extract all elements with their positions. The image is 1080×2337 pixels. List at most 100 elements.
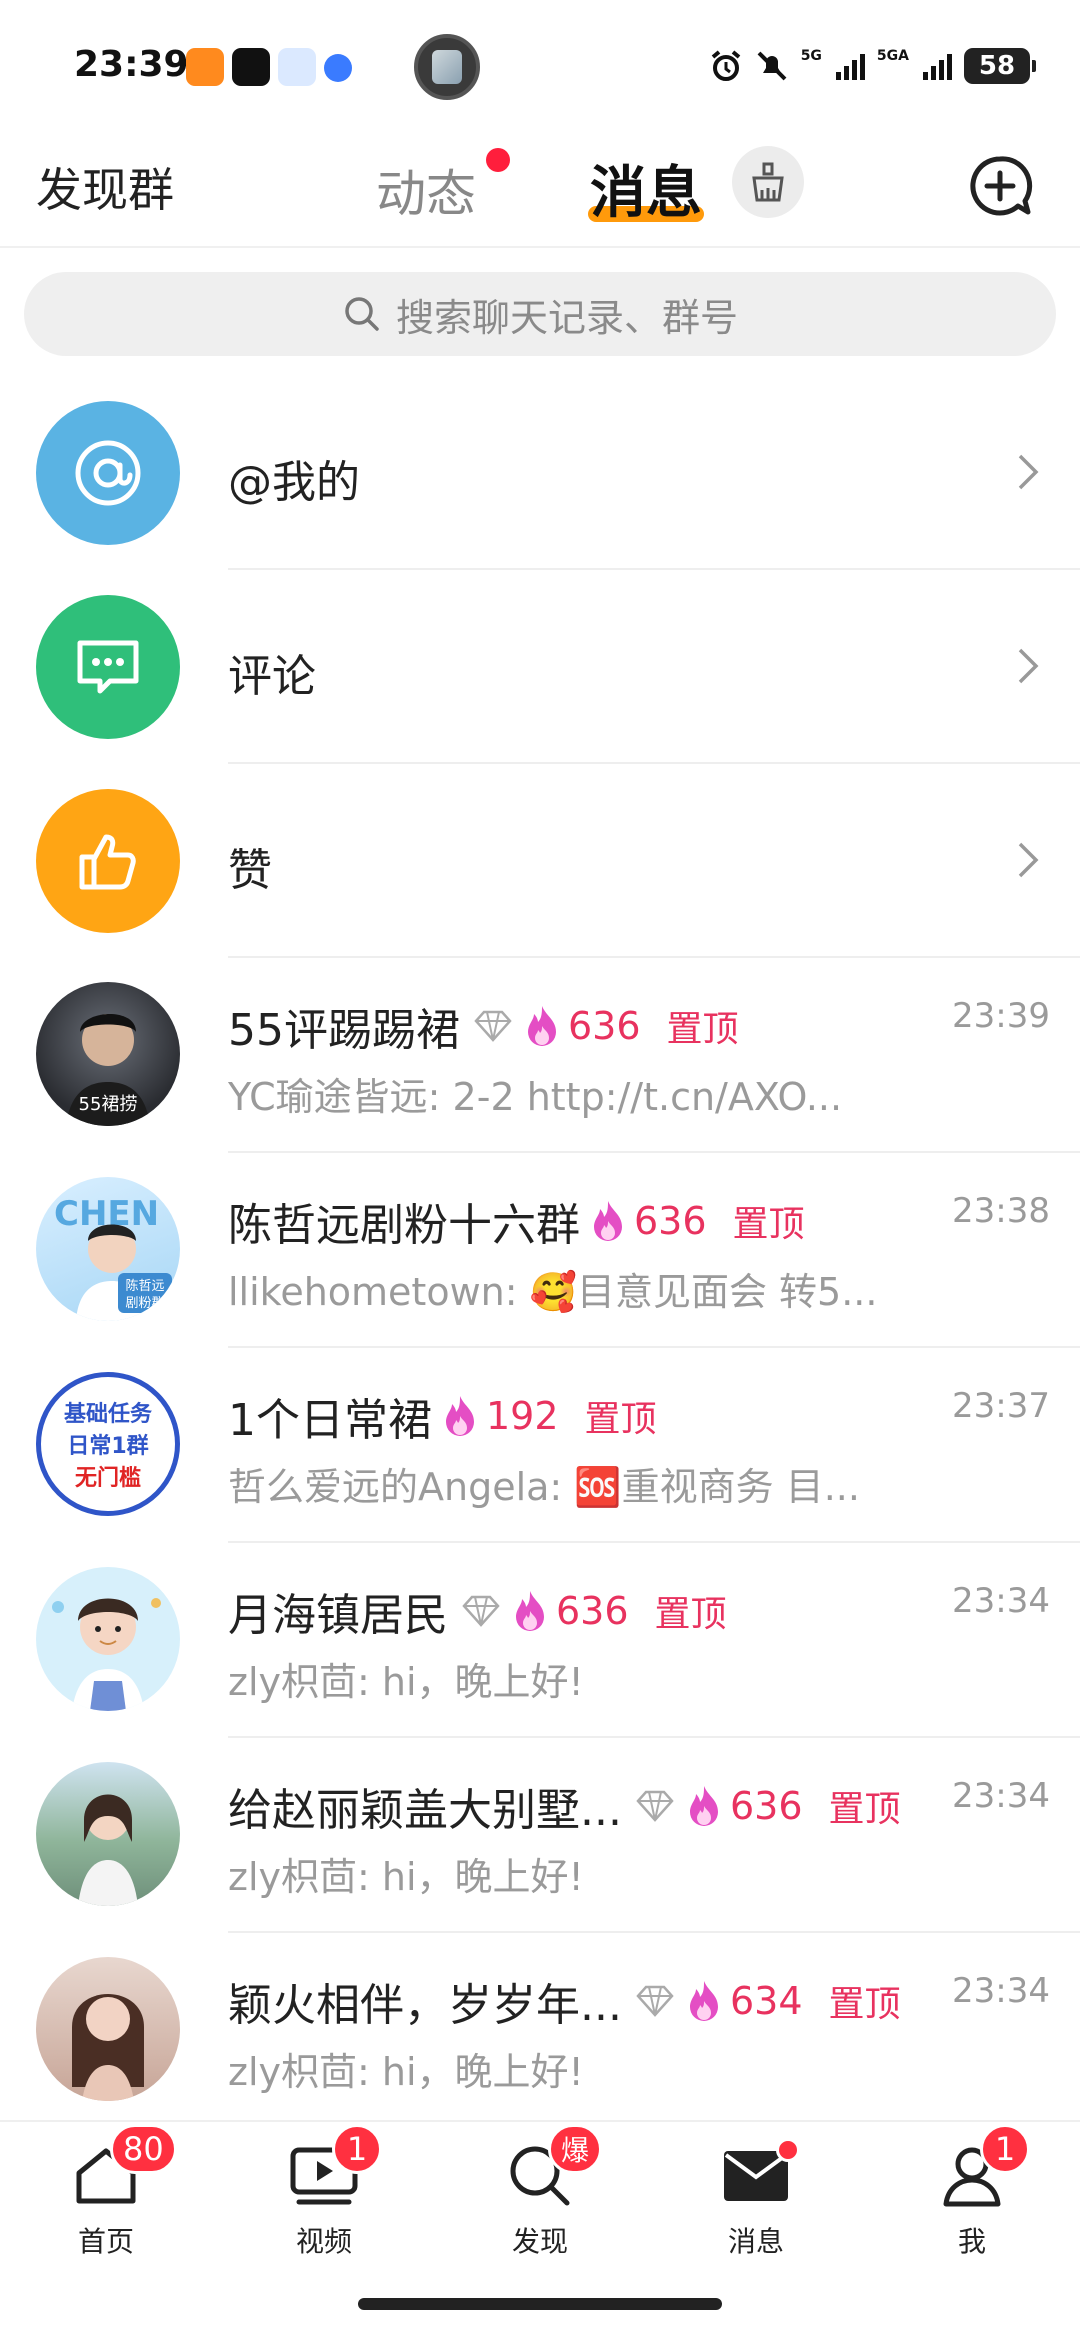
search-icon [345,297,379,331]
nav-label: 发现 [511,2225,568,2258]
svg-text:剧粉群: 剧粉群 [125,1296,164,1311]
video-icon: 1 [288,2124,382,2212]
chat-title-line: 陈哲远剧粉十六群 636 置顶 [228,1189,805,1253]
fire-icon [689,1786,718,1826]
floating-avatar[interactable] [414,34,480,100]
browser-icon [324,54,352,82]
signal-icon [835,52,865,80]
chat-row[interactable]: CHEN 陈哲远 剧粉群 陈哲远剧粉十六群 636 置顶 23:38 llikeho… [0,1153,1080,1348]
alarm-icon [711,50,740,81]
group-avatar [36,1567,180,1711]
nav-label: 消息 [727,2225,784,2258]
nav-home[interactable]: 80 首页 [36,2124,177,2270]
diamond-icon [474,1010,512,1042]
fire-icon [516,1591,544,1631]
chat-row[interactable]: 基础任务 日常1群 无门槛 1个日常裙 192 置顶 23:37 哲么爱远的Ange… [0,1348,1080,1543]
group-avatar: 基础任务 日常1群 无门槛 [36,1372,180,1516]
chat-title-line: 给赵丽颖盖大别墅... 636 置顶 [228,1774,901,1838]
category-label: @我的 [228,457,360,508]
hot-count: 636 [729,1784,803,1828]
chat-row[interactable]: 55裙捞 55评踢踢裙 636 置顶 23:39 YC瑜途皆远: 2-2 htt… [0,958,1080,1153]
hot-count: 636 [634,1199,707,1243]
nav-badge: 1 [980,2124,1030,2174]
discover-groups-link[interactable]: 发现群 [36,154,174,220]
chevron-right-icon [1018,454,1039,490]
thumbs-up-icon [36,789,180,933]
chat-name: 55评踢踢裙 [228,1005,460,1056]
group-avatar [36,1957,180,2101]
nav-discover[interactable]: 爆 发现 [470,2124,610,2270]
chat-time: 23:38 [952,1191,1050,1231]
clean-button[interactable] [732,146,804,218]
chat-preview: zly枳茴: hi，晚上好! [228,1660,584,1704]
chat-row[interactable]: 颖火相伴，岁岁年... 634 置顶 23:34 zly枳茴: hi，晚上好! [0,1933,1080,2128]
add-chat-icon [970,156,1033,216]
battery-icon: 58 [964,48,1036,84]
chat-preview: zly枳茴: hi，晚上好! [228,2050,584,2094]
search-bar[interactable]: 搜索聊天记录、群号 [24,272,1056,356]
chat-row[interactable]: 给赵丽颖盖大别墅... 636 置顶 23:34 zly枳茴: hi，晚上好! [0,1738,1080,1933]
chat-time: 23:37 [952,1386,1050,1426]
svg-text:陈哲远: 陈哲远 [125,1278,164,1294]
chat-row[interactable]: 月海镇居民 636 置顶 23:34 zly枳茴: hi，晚上好! [0,1543,1080,1738]
chevron-right-icon [1018,648,1039,684]
nav-video[interactable]: 1 视频 [254,2124,394,2270]
nav-badge: 爆 [548,2124,603,2174]
nav-badge: 80 [110,2124,177,2174]
fire-icon [528,1006,556,1046]
hot-count: 634 [729,1979,803,2023]
tiktok-icon [232,48,270,86]
tab-dongtai[interactable]: 动态 [376,154,476,226]
svg-text:基础任务: 基础任务 [64,1401,153,1427]
qq-icon [278,48,316,86]
fire-icon [594,1201,622,1241]
top-header: 发现群 动态 消息 [0,130,1080,248]
svg-text:日常1群: 日常1群 [67,1433,148,1459]
pinned-label: 置顶 [654,1594,727,1635]
chat-name: 颖火相伴，岁岁年... [228,1980,622,2031]
chat-title-line: 月海镇居民 636 置顶 [228,1579,727,1643]
diamond-icon [462,1595,500,1627]
signal-icon-2 [923,52,952,80]
home-indicator[interactable] [358,2298,722,2310]
chat-title-line: 1个日常裙 192 置顶 [228,1384,657,1448]
category-likes[interactable]: 赞 [0,764,1080,958]
search-placeholder: 搜索聊天记录、群号 [395,295,738,340]
group-avatar [36,1762,180,1906]
status-bar: 23:39 5G 5GA 58 [0,0,1080,130]
category-comments[interactable]: 评论 [0,570,1080,764]
svg-text:55裙捞: 55裙捞 [79,1094,138,1115]
category-label: 赞 [228,845,272,896]
nav-label: 首页 [77,2225,134,2258]
broom-icon [752,162,784,202]
nav-badge: 1 [332,2124,382,2174]
chat-preview: llikehometown: 🥰目意见面会 转5... [228,1270,878,1314]
chat-title-line: 颖火相伴，岁岁年... 634 置顶 [228,1969,901,2033]
message-icon [720,2138,800,2212]
pinned-label: 置顶 [828,1789,901,1830]
chat-name: 陈哲远剧粉十六群 [228,1200,580,1251]
nav-messages[interactable]: 消息 [686,2138,826,2270]
status-time: 23:39 [74,44,189,85]
pinned-label: 置顶 [584,1399,657,1440]
nav-label: 视频 [295,2225,352,2258]
nav-profile[interactable]: 1 我 [902,2124,1042,2270]
chat-time: 23:39 [952,996,1050,1036]
category-at-me[interactable]: @我的 [0,376,1080,570]
chat-title-line: 55评踢踢裙 636 置顶 [228,994,739,1058]
pinned-label: 置顶 [828,1984,901,2025]
chat-preview: YC瑜途皆远: 2-2 http://t.cn/AXO... [228,1075,843,1119]
discover-icon: 爆 [504,2124,603,2212]
chat-time: 23:34 [952,1776,1050,1816]
chat-name: 1个日常裙 [228,1395,432,1446]
mute-bell-icon [757,51,787,81]
fire-icon [446,1396,474,1436]
pinned-label: 置顶 [666,1009,739,1050]
tab-xiaoxi[interactable]: 消息 [590,148,702,229]
home-icon: 80 [70,2124,177,2212]
hot-count: 192 [486,1394,559,1438]
chat-name: 给赵丽颖盖大别墅... [228,1785,622,1836]
weibo-icon [186,48,224,86]
new-chat-button[interactable] [960,146,1040,226]
hot-count: 636 [568,1004,641,1048]
